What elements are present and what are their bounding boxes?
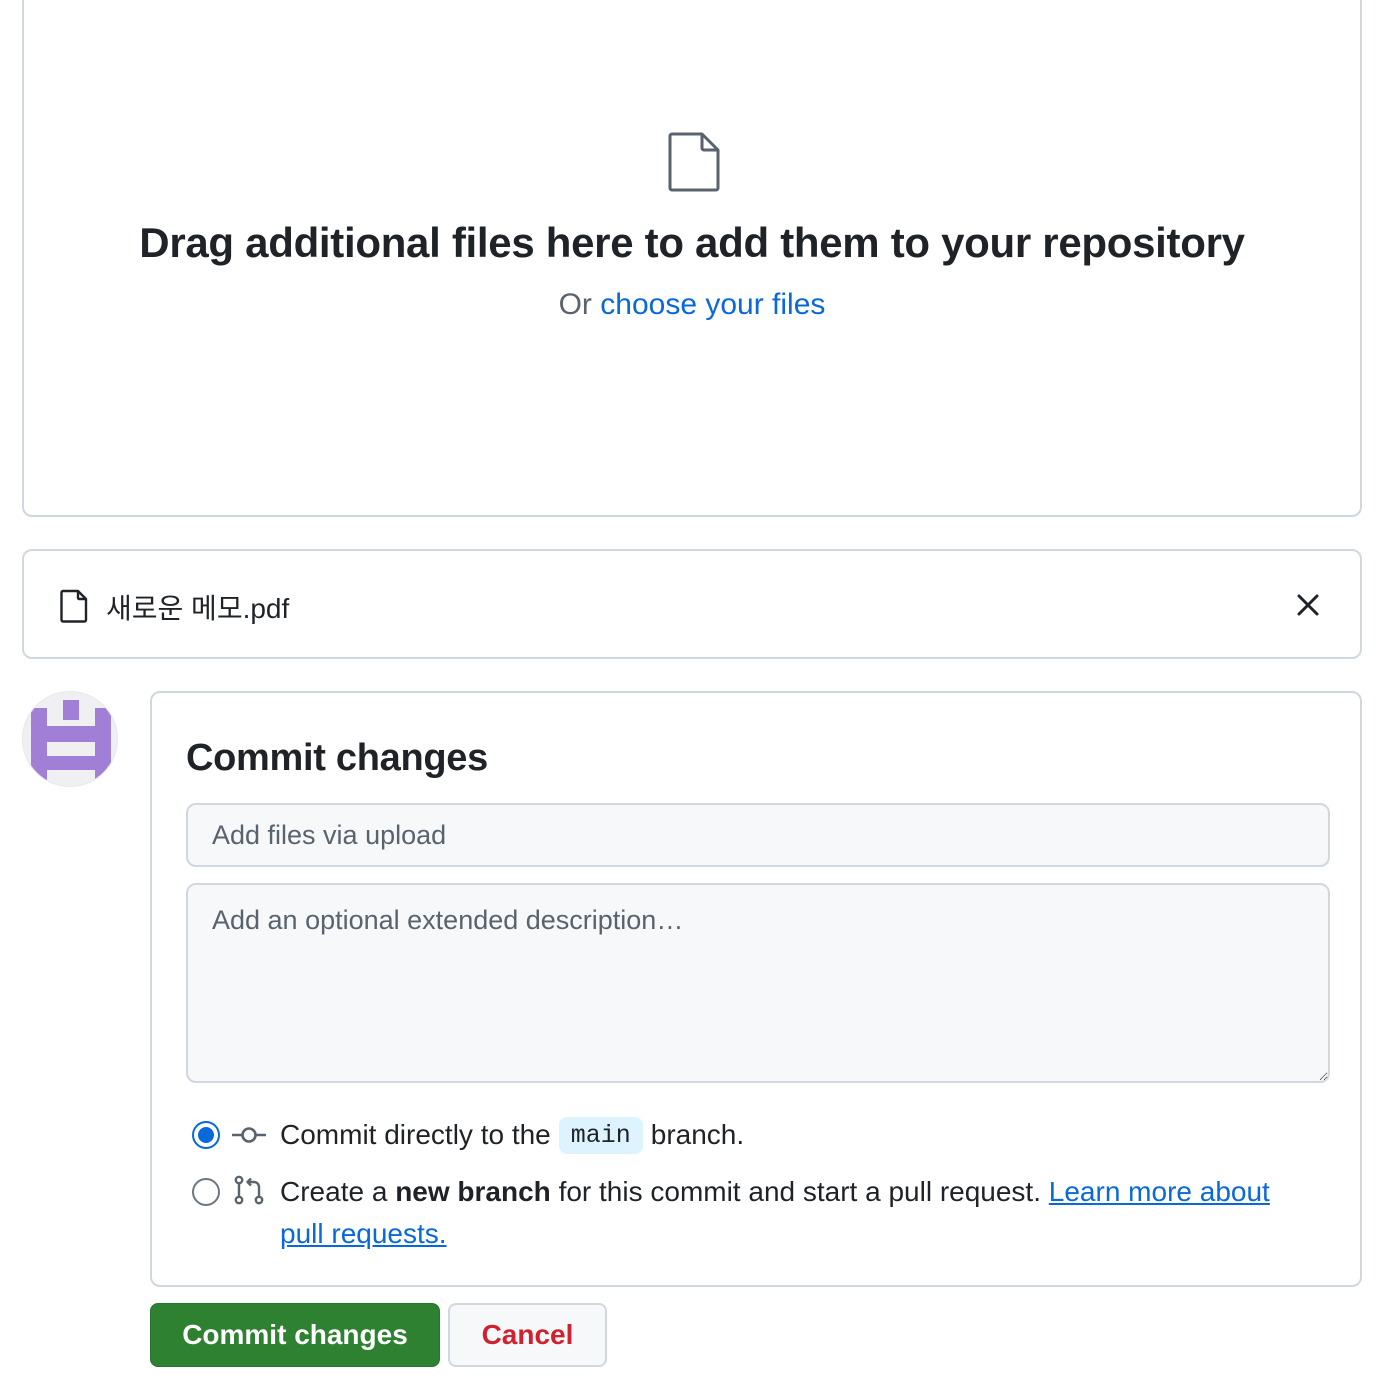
new-branch-prefix: Create a — [280, 1176, 388, 1207]
uploaded-file-name: 새로운 메모.pdf — [106, 593, 290, 624]
git-commit-icon — [232, 1127, 266, 1143]
cancel-button[interactable]: Cancel — [448, 1303, 607, 1367]
avatar — [22, 691, 118, 787]
new-branch-radio[interactable] — [192, 1178, 220, 1206]
commit-summary-input[interactable] — [186, 803, 1330, 867]
commit-direct-option[interactable]: Commit directly to the main branch. — [192, 1113, 744, 1157]
commit-title: Commit changes — [186, 737, 488, 779]
branch-name: main — [558, 1116, 643, 1154]
commit-direct-radio[interactable] — [192, 1121, 220, 1149]
dropzone-title: Drag additional files here to add them t… — [139, 219, 1245, 266]
identicon-icon — [31, 700, 111, 780]
close-icon — [1297, 594, 1319, 616]
remove-file-button[interactable] — [1292, 589, 1324, 621]
dropzone-sub-prefix: Or — [558, 288, 592, 321]
choose-files-link[interactable]: choose your files — [600, 288, 825, 321]
commit-direct-suffix: branch. — [650, 1119, 745, 1150]
file-icon — [668, 132, 720, 192]
commit-form: Commit changes Commit directly to the ma… — [150, 691, 1362, 1287]
uploaded-file-row: 새로운 메모.pdf — [22, 549, 1362, 659]
dropzone-subtitle: Or choose your files — [24, 288, 1360, 322]
file-dropzone[interactable]: Drag additional files here to add them t… — [22, 0, 1362, 517]
file-icon — [60, 589, 88, 623]
new-branch-suffix: for this commit and start a pull request… — [558, 1176, 1041, 1207]
commit-direct-prefix: Commit directly to the — [280, 1119, 551, 1150]
commit-description-textarea[interactable] — [186, 883, 1330, 1083]
commit-changes-button[interactable]: Commit changes — [150, 1303, 440, 1367]
new-branch-bold: new branch — [395, 1176, 551, 1207]
new-branch-option[interactable]: Create a new branch for this commit and … — [192, 1171, 1322, 1255]
